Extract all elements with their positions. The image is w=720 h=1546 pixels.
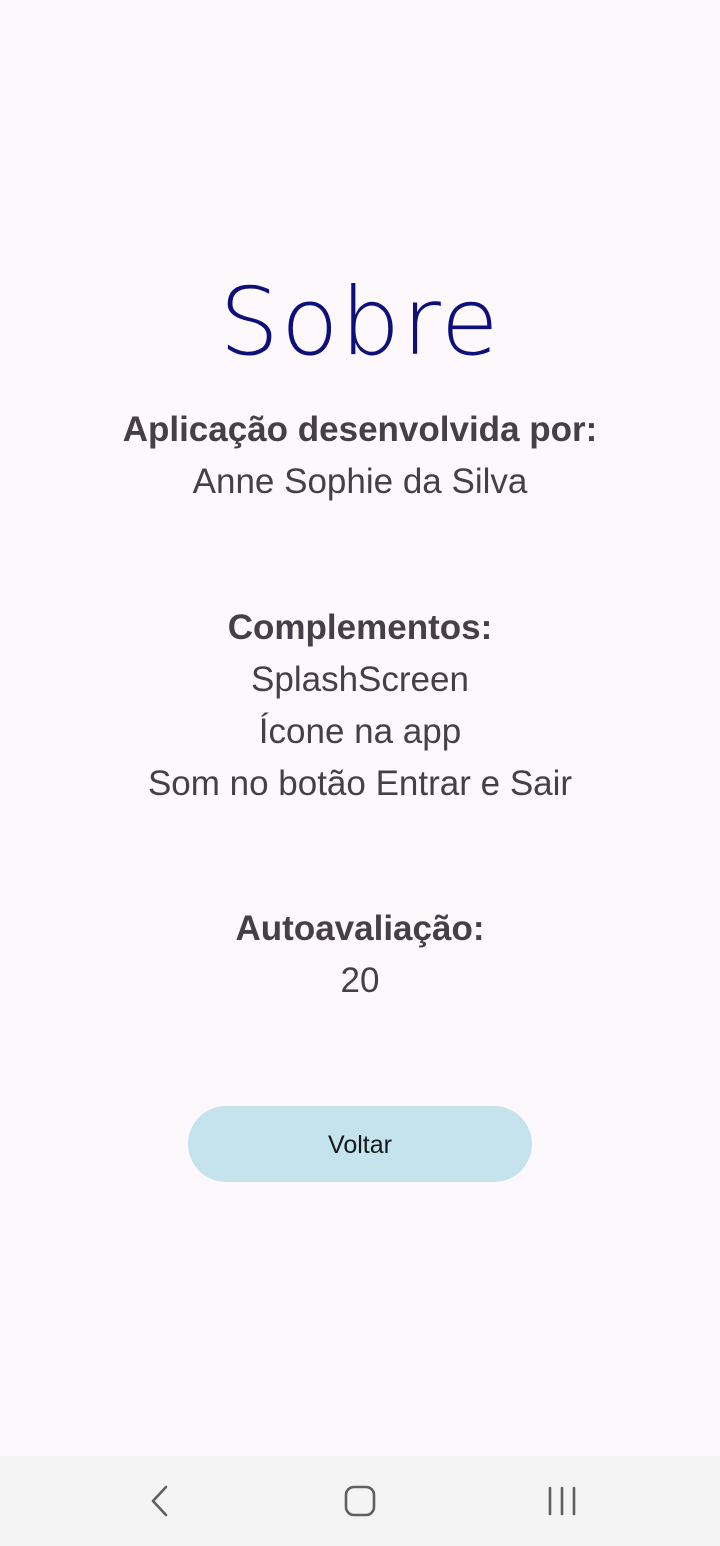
self-evaluation-value: 20 — [340, 961, 380, 1000]
complements-heading: Complementos: — [227, 608, 493, 647]
nav-recents-button[interactable] — [502, 1456, 622, 1546]
developer-section: Aplicação desenvolvida por: Anne Sophie … — [0, 404, 720, 508]
self-evaluation-heading: Autoavaliação: — [235, 909, 485, 948]
complement-item: Som no botão Entrar e Sair — [147, 764, 573, 803]
nav-back-button[interactable] — [100, 1456, 220, 1546]
recents-icon — [548, 1486, 576, 1516]
complements-section: Complementos: SplashScreen Ícone na app … — [0, 602, 720, 810]
system-navigation-bar — [0, 1456, 720, 1546]
back-button[interactable]: Voltar — [188, 1106, 532, 1182]
self-evaluation-section: Autoavaliação: 20 — [0, 903, 720, 1007]
developer-heading: Aplicação desenvolvida por: — [122, 410, 598, 449]
home-icon — [344, 1485, 376, 1517]
nav-home-button[interactable] — [300, 1456, 420, 1546]
developer-name: Anne Sophie da Silva — [192, 462, 528, 501]
about-screen: Sobre Aplicação desenvolvida por: Anne S… — [0, 0, 720, 1456]
complement-item: Ícone na app — [258, 712, 462, 751]
back-icon — [151, 1485, 168, 1517]
complement-item: SplashScreen — [251, 660, 469, 699]
page-title: Sobre — [219, 268, 501, 377]
